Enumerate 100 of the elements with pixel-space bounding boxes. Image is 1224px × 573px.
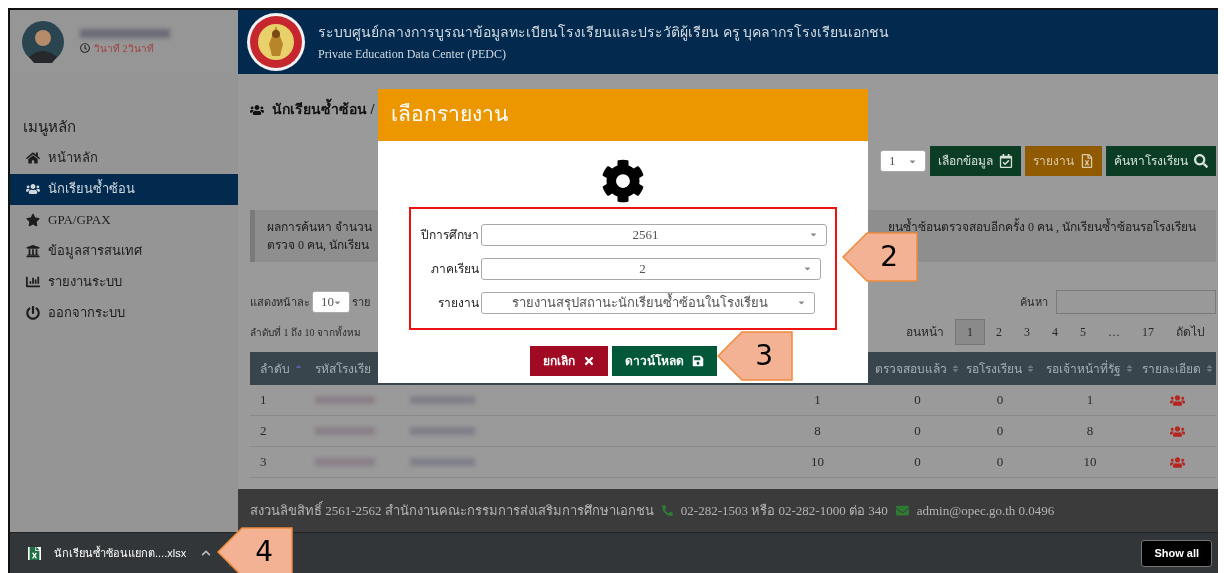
column-header[interactable]: ลำดับ [260, 359, 290, 378]
sort-icon [951, 364, 960, 373]
download-file-name[interactable]: นักเรียนซ้ำซ้อนแยกต....xlsx [54, 544, 187, 562]
page-link[interactable]: 2 [985, 319, 1013, 345]
phone-icon [661, 505, 673, 516]
field-label: รายงาน [437, 294, 479, 312]
page-link[interactable]: 5 [1069, 319, 1097, 345]
table-cell-text: 0 [913, 391, 922, 410]
column-header[interactable]: รายละเอียด [1141, 359, 1201, 378]
copyright-text: สงวนลิขสิทธิ์ 2561-2562 สำนักงานคณะกรรมการส่งเสริมการศึกษาเอกชน [250, 500, 654, 520]
callout: 3 [717, 331, 793, 381]
result-text: ผลการค้นหา จำนวน [267, 219, 372, 236]
avatar-icon [22, 21, 64, 63]
show-all-button[interactable]: Show all [1141, 539, 1212, 567]
column-header[interactable]: รหัสโรงเรีย [315, 359, 371, 378]
page-link[interactable]: 3 [1013, 319, 1041, 345]
result-text: ตรวจ 0 คน, นักเรียน [267, 237, 370, 254]
range-text: ลำดับที่ 1 ถึง 10 จากทั้งหม [250, 324, 361, 340]
toolbar-button[interactable]: รายงาน [1025, 146, 1102, 176]
users-icon[interactable] [1170, 423, 1185, 439]
page-size-label: ราย [352, 294, 370, 310]
search-field[interactable] [1056, 290, 1216, 314]
page-size-select[interactable]: 10 [312, 291, 350, 313]
home-icon [26, 151, 40, 165]
page-link[interactable]: ถัดไป [1165, 319, 1216, 345]
column-header[interactable]: รอโรงเรียน [965, 359, 1022, 378]
menu-item[interactable]: นักเรียนซ้ำซ้อน [10, 173, 238, 205]
column-header[interactable]: ตรวจสอบแล้ว [875, 359, 947, 378]
search-icon [1194, 154, 1208, 168]
dialog-button[interactable]: ยกเลิก [529, 346, 608, 376]
users-icon[interactable] [1170, 454, 1185, 470]
site-subtitle: Private Education Data Center (PEDC) [318, 45, 507, 63]
site-title: ระบบศูนย์กลางการบูรณาข้อมูลทะเบียนโรงเรียนและประวัติผู้เรียน ครู บุคลากรโรงเรียนเอกชน [318, 23, 889, 43]
page-link[interactable]: 17 [1131, 319, 1165, 345]
table-cell-text: 0 [995, 391, 1005, 410]
save-icon [691, 355, 704, 367]
caret-icon [797, 298, 806, 307]
callout: 2 [842, 232, 918, 282]
dialog-select[interactable]: รายงานสรุปสถานะนักเรียนซ้ำซ้อนในโรงเรียน [481, 291, 815, 314]
mail-icon [895, 504, 909, 517]
users-icon[interactable] [1170, 392, 1185, 408]
table-cell-text: 1 [259, 391, 268, 410]
table-cell-text: 0 [913, 453, 922, 472]
excel-file-icon [28, 546, 41, 560]
table-cell-text: 1 [1085, 391, 1095, 410]
page-link[interactable]: 4 [1041, 319, 1069, 345]
sort-icon [1204, 364, 1214, 373]
page-size-label: แสดงหน้าละ [250, 294, 310, 310]
menu-item[interactable]: หน้าหลัก [10, 142, 238, 174]
table-cell-text: 8 [1085, 422, 1095, 441]
toolbar-button[interactable]: ค้นหาโรงเรียน [1106, 146, 1216, 176]
dialog-title: เลือกรายงาน [391, 101, 508, 129]
phone-text: 02-282-1503 หรือ 02-282-1000 ต่อ 340 [680, 501, 888, 520]
bar-chart-icon [26, 275, 40, 289]
menu-item[interactable]: ออกจากระบบ [10, 297, 238, 329]
email-text: admin@opec.go.th 0.0496 [916, 501, 1055, 520]
callout: 4 [217, 527, 293, 573]
settings-icon [601, 159, 645, 203]
star-icon [26, 213, 40, 227]
field-label: ปีการศึกษา [419, 226, 479, 244]
table-cell-text: 0 [995, 453, 1005, 472]
table-cell-text: 0 [913, 422, 922, 441]
excel-icon [1080, 154, 1094, 168]
column-header[interactable]: รอเจ้าหน้าที่รัฐ [1046, 359, 1121, 378]
menu-item[interactable]: รายงานระบบ [10, 266, 238, 298]
cancel-icon [582, 355, 595, 367]
menu-item[interactable]: ข้อมูลสารสนเทศ [10, 235, 238, 267]
users-icon [26, 182, 40, 196]
table-cell-text: 3 [259, 453, 268, 472]
toolbar-button[interactable]: เลือกข้อมูล [930, 146, 1021, 176]
caret-icon [809, 230, 818, 239]
dialog-button[interactable]: ดาวน์โหลด [611, 346, 717, 376]
table-cell-text: 1 [813, 391, 822, 410]
building-icon [26, 244, 40, 258]
page-link[interactable]: … [1097, 319, 1131, 345]
menu-title: เมนูหลัก [23, 118, 77, 138]
dialog-select[interactable]: 2561 [481, 223, 827, 246]
sort-icon [1025, 364, 1035, 373]
table-cell-text: 8 [813, 422, 822, 441]
table-cell-text: 0 [995, 422, 1005, 441]
elapsed-time: วินาที 2วินาที [94, 41, 154, 56]
power-icon [26, 306, 40, 320]
clock-icon [80, 43, 90, 53]
table-cell-text: 10 [810, 453, 825, 472]
search-label: ค้นหา [1020, 294, 1048, 310]
table-cell-text: 2 [259, 422, 268, 441]
page-title: นักเรียนซ้ำซ้อน / [272, 99, 375, 120]
chevron-up-icon[interactable] [201, 548, 212, 558]
menu-item[interactable]: GPA/GPAX [10, 204, 238, 236]
users-icon [250, 102, 264, 117]
page-link[interactable]: อนหน้า [895, 319, 955, 345]
table-cell-text: 10 [1082, 453, 1098, 472]
caret-icon [803, 264, 812, 273]
page-link[interactable]: 1 [955, 319, 985, 345]
page-select[interactable]: 1 [880, 150, 926, 172]
sort-icon [1125, 364, 1134, 373]
dialog-select[interactable]: 2 [481, 257, 821, 280]
emblem-logo [246, 12, 306, 72]
field-label: ภาคเรียน [430, 260, 479, 278]
calendar-icon [999, 154, 1013, 168]
